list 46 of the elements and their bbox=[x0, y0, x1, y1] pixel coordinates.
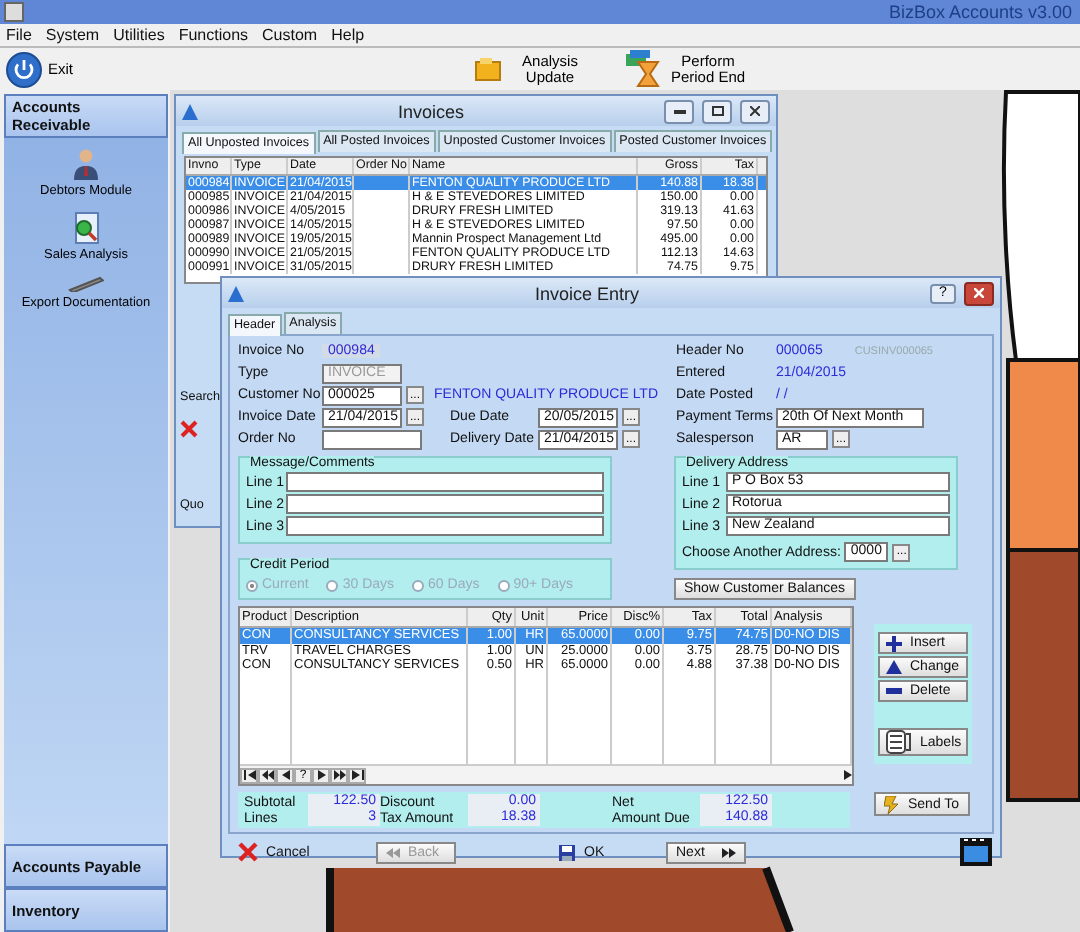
rewind-icon bbox=[261, 770, 273, 780]
rewind-icon bbox=[386, 847, 400, 857]
triangle-icon bbox=[886, 660, 902, 674]
minus-icon bbox=[886, 688, 902, 694]
app-logo-icon bbox=[182, 103, 198, 119]
cross-icon bbox=[180, 420, 198, 438]
window-title: Invoices bbox=[395, 101, 467, 121]
menu-item[interactable]: Functions bbox=[178, 26, 249, 44]
fast-forward-icon bbox=[333, 770, 345, 780]
text-field[interactable] bbox=[286, 494, 604, 514]
next-arrow-icon bbox=[315, 770, 327, 780]
hourglass-icon bbox=[624, 49, 660, 89]
magnifier-icon bbox=[71, 212, 100, 244]
device-icon bbox=[68, 276, 104, 292]
window-title: BizBox Accounts v3.00 bbox=[888, 2, 1072, 22]
close-button[interactable] bbox=[964, 281, 994, 305]
scroll-right-icon bbox=[842, 770, 852, 780]
menu-item[interactable]: Utilities bbox=[113, 26, 165, 44]
cross-icon bbox=[238, 842, 258, 862]
text-field[interactable] bbox=[322, 429, 422, 449]
last-arrow-icon bbox=[351, 770, 363, 780]
menu-item[interactable]: Custom bbox=[262, 26, 318, 44]
plus-icon bbox=[886, 635, 902, 651]
window-title: Invoice Entry bbox=[532, 283, 642, 303]
person-icon bbox=[71, 148, 100, 180]
folder-icon bbox=[474, 56, 502, 82]
menu-item[interactable]: Help bbox=[331, 26, 365, 44]
close-button[interactable] bbox=[740, 99, 770, 123]
power-icon bbox=[6, 51, 42, 87]
restore-button[interactable] bbox=[702, 99, 732, 123]
menu-item[interactable]: File bbox=[6, 26, 32, 44]
fast-forward-icon bbox=[722, 847, 736, 857]
app-icon bbox=[4, 2, 24, 22]
first-arrow-icon bbox=[243, 770, 255, 780]
text-field[interactable] bbox=[286, 516, 604, 536]
minimize-icon bbox=[673, 109, 685, 113]
close-icon bbox=[750, 106, 760, 116]
nav-button[interactable] bbox=[258, 767, 276, 783]
text-field[interactable] bbox=[286, 472, 604, 492]
close-icon bbox=[974, 288, 984, 298]
label-roll-icon bbox=[886, 730, 912, 754]
menu-item[interactable]: System bbox=[45, 26, 100, 44]
nav-button[interactable] bbox=[330, 767, 348, 783]
restore-icon bbox=[711, 106, 723, 116]
minimize-button[interactable] bbox=[664, 99, 694, 123]
prev-arrow-icon bbox=[279, 770, 291, 780]
